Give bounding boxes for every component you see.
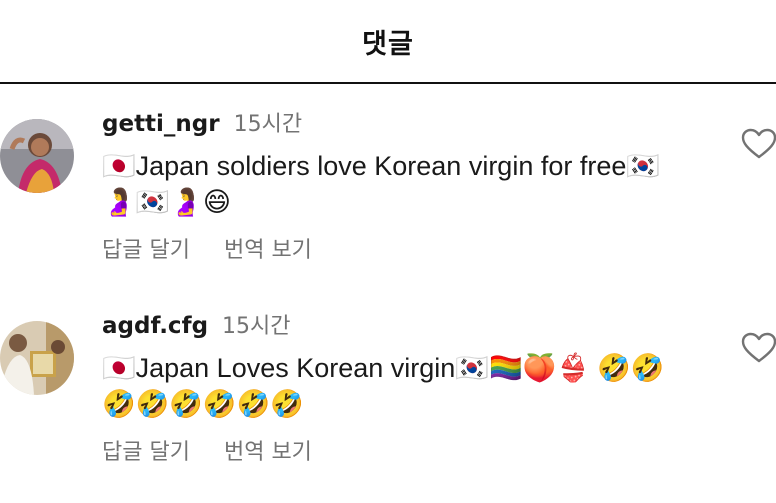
comment-meta: getti_ngr 15시간 bbox=[102, 106, 302, 138]
username[interactable]: getti_ngr bbox=[102, 111, 220, 137]
comment-meta: agdf.cfg 15시간 bbox=[102, 308, 291, 340]
comment-text: 🇯🇵Japan Loves Korean virgin🇰🇷🏳️‍🌈🍑👙 🤣🤣 🤣… bbox=[102, 350, 722, 422]
comment-text-line: 🇯🇵Japan Loves Korean virgin🇰🇷🏳️‍🌈🍑👙 🤣🤣 bbox=[102, 353, 665, 383]
comment-text-line: 🤰🇰🇷🤰😄 bbox=[102, 187, 232, 217]
translate-button[interactable]: 번역 보기 bbox=[224, 232, 312, 264]
comments-header: 댓글 bbox=[0, 0, 776, 84]
comment-actions: 답글 달기 번역 보기 bbox=[102, 232, 312, 264]
avatar[interactable] bbox=[0, 119, 74, 193]
username[interactable]: agdf.cfg bbox=[102, 313, 208, 339]
reply-button[interactable]: 답글 달기 bbox=[102, 434, 190, 466]
translate-button[interactable]: 번역 보기 bbox=[224, 434, 312, 466]
heart-outline-icon[interactable] bbox=[741, 332, 776, 364]
avatar[interactable] bbox=[0, 321, 74, 395]
comment-text-line: 🤣🤣🤣🤣🤣🤣 bbox=[102, 389, 304, 419]
comment-actions: 답글 달기 번역 보기 bbox=[102, 434, 312, 466]
reply-button[interactable]: 답글 달기 bbox=[102, 232, 190, 264]
comment-time: 15시간 bbox=[222, 314, 291, 339]
heart-outline-icon[interactable] bbox=[741, 128, 776, 160]
page-title: 댓글 bbox=[362, 28, 414, 60]
comment-time: 15시간 bbox=[233, 112, 303, 137]
comment-text: 🇯🇵Japan soldiers love Korean virgin for … bbox=[102, 148, 722, 220]
comment-text-line: 🇯🇵Japan soldiers love Korean virgin for … bbox=[102, 151, 660, 181]
